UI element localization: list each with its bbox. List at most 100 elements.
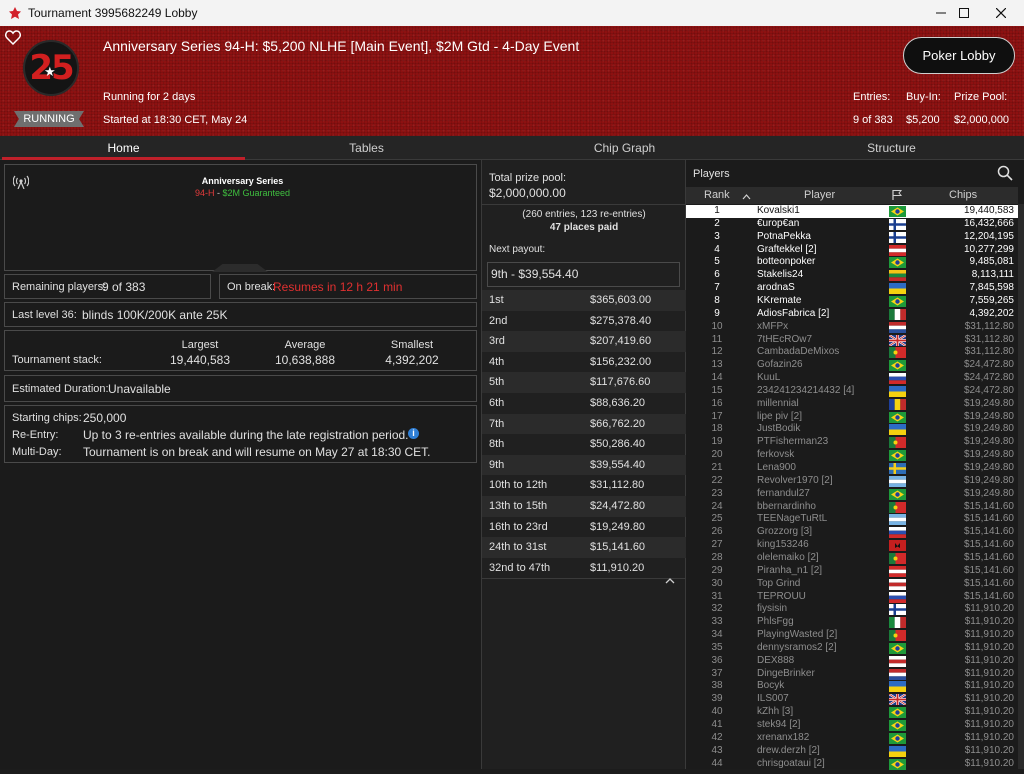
player-rank: 38: [711, 680, 723, 692]
player-row[interactable]: 33 PhlsFgg $11,910.20: [686, 616, 1018, 629]
player-chips: $15,141.60: [963, 564, 1014, 576]
player-row[interactable]: 21 Lena900 $19,249.80: [686, 462, 1018, 475]
player-row[interactable]: 44 chrisgoataui [2] $11,910.20: [686, 758, 1018, 771]
pokerstars-logo-icon: [8, 6, 22, 20]
player-column-header[interactable]: Player: [804, 189, 835, 201]
player-name: Lena900: [757, 462, 796, 473]
country-flag-icon: [889, 488, 906, 500]
player-row[interactable]: 40 kZhh [3] $11,910.20: [686, 706, 1018, 719]
country-flag-icon: [889, 450, 906, 462]
player-row[interactable]: 25 TEENageTuRtL $15,141.60: [686, 513, 1018, 526]
player-rank: 11: [711, 333, 723, 345]
player-row[interactable]: 2 €urop€an 16,432,666: [686, 218, 1018, 231]
players-scrollbar[interactable]: [1018, 204, 1024, 769]
country-flag-icon[interactable]: [891, 189, 903, 204]
payout-amount: $275,378.40: [590, 314, 652, 327]
chips-column-header[interactable]: Chips: [949, 189, 977, 201]
player-row[interactable]: 37 DingeBrinker $11,910.20: [686, 668, 1018, 681]
player-rank: 4: [714, 243, 720, 255]
player-row[interactable]: 18 JustBodik $19,249.80: [686, 423, 1018, 436]
player-row[interactable]: 23 fernandul27 $19,249.80: [686, 488, 1018, 501]
player-row[interactable]: 4 Graftekkel [2] 10,277,299: [686, 244, 1018, 257]
tab-structure[interactable]: Structure: [770, 136, 1013, 160]
player-row[interactable]: 15 234241234214432 [4] $24,472.80: [686, 385, 1018, 398]
country-flag-icon: [889, 604, 906, 616]
player-row[interactable]: 8 KKremate 7,559,265: [686, 295, 1018, 308]
player-row[interactable]: 1 Kovalski1 19,440,583: [686, 205, 1018, 218]
player-rank: 40: [711, 706, 723, 718]
tab-home[interactable]: Home: [2, 136, 245, 160]
collapse-tab[interactable]: [212, 264, 268, 272]
country-flag-icon: [889, 270, 906, 282]
info-icon[interactable]: i: [408, 428, 419, 439]
close-button[interactable]: [978, 0, 1024, 26]
country-flag-icon: [889, 385, 906, 397]
next-payout-label: Next payout:: [489, 244, 546, 255]
prize-pool-title: Total prize pool:: [489, 172, 567, 184]
player-chips: 8,113,111: [971, 269, 1014, 281]
country-flag-icon: [889, 732, 906, 744]
player-row[interactable]: 41 stek94 [2] $11,910.20: [686, 719, 1018, 732]
series-box: Anniversary Series 94-H - $2M Guaranteed: [4, 164, 480, 272]
player-row[interactable]: 26 Grozzorg [3] $15,141.60: [686, 526, 1018, 539]
player-row[interactable]: 19 PTFisherman23 $19,249.80: [686, 436, 1018, 449]
player-row[interactable]: 31 TEPROUU $15,141.60: [686, 591, 1018, 604]
player-row[interactable]: 16 millennial $19,249.80: [686, 398, 1018, 411]
player-rank: 42: [711, 731, 723, 743]
player-row[interactable]: 34 PlayingWasted [2] $11,910.20: [686, 629, 1018, 642]
remaining-label: Remaining players:: [12, 281, 107, 293]
poker-lobby-button[interactable]: Poker Lobby: [903, 37, 1015, 74]
payout-row: 32nd to 47th $11,910.20: [482, 558, 686, 579]
player-row[interactable]: 24 bbernardinho $15,141.60: [686, 501, 1018, 514]
country-flag-icon: [889, 463, 906, 474]
player-row[interactable]: 20 ferkovsk $19,249.80: [686, 449, 1018, 462]
country-flag-icon: [889, 283, 906, 295]
player-row[interactable]: 35 dennysramos2 [2] $11,910.20: [686, 642, 1018, 655]
payout-amount: $19,249.80: [590, 520, 646, 533]
player-name: dennysramos2 [2]: [757, 641, 837, 653]
player-row[interactable]: 10 xMFPx $31,112.80: [686, 321, 1018, 334]
prize-pool-value: $2,000,000: [954, 114, 1010, 126]
player-rank: 21: [711, 462, 723, 473]
player-row[interactable]: 42 xrenanx182 $11,910.20: [686, 732, 1018, 745]
player-row[interactable]: 29 Piranha_n1 [2] $15,141.60: [686, 565, 1018, 578]
player-rank: 23: [711, 487, 723, 499]
player-row[interactable]: 14 KuuL $24,472.80: [686, 372, 1018, 385]
player-row[interactable]: 39 ILS007 $11,910.20: [686, 693, 1018, 707]
player-row[interactable]: 12 CambadaDeMixos $31,112.80: [686, 346, 1018, 359]
player-row[interactable]: 6 Stakelis24 8,113,111: [686, 269, 1018, 282]
player-row[interactable]: 38 Bocyk $11,910.20: [686, 680, 1018, 693]
player-row[interactable]: 43 drew.derzh [2] $11,910.20: [686, 745, 1018, 758]
tab-tables[interactable]: Tables: [245, 136, 488, 160]
player-row[interactable]: 3 PotnaPekka 12,204,195: [686, 231, 1018, 244]
player-row[interactable]: 9 AdiosFabrica [2] 4,392,202: [686, 308, 1018, 321]
series-subtitle: 94-H - $2M Guaranteed: [5, 188, 480, 198]
player-row[interactable]: 32 fiysisin $11,910.20: [686, 603, 1018, 616]
player-rank: 28: [711, 551, 723, 563]
player-row[interactable]: 17 lipe piv [2] $19,249.80: [686, 411, 1018, 424]
favorite-heart-icon[interactable]: [5, 30, 21, 50]
rank-column-header[interactable]: Rank: [704, 189, 730, 201]
player-row[interactable]: 36 DEX888 $11,910.20: [686, 655, 1018, 668]
player-chips: $31,112.80: [964, 333, 1014, 345]
player-row[interactable]: 27 king153246 $15,141.60: [686, 539, 1018, 552]
search-icon[interactable]: [997, 165, 1013, 186]
player-row[interactable]: 22 Revolver1970 [2] $19,249.80: [686, 475, 1018, 488]
country-flag-icon: [889, 527, 906, 539]
player-row[interactable]: 5 botteonpoker 9,485,081: [686, 256, 1018, 269]
player-row[interactable]: 7 arodnaS 7,845,598: [686, 282, 1018, 295]
player-row[interactable]: 13 Gofazin26 $24,472.80: [686, 359, 1018, 372]
scroll-up-chevron-icon[interactable]: [665, 572, 675, 590]
player-name: TEPROUU: [757, 590, 806, 602]
sort-ascending-icon[interactable]: [742, 191, 751, 203]
player-name: 234241234214432 [4]: [757, 384, 855, 396]
player-name: Revolver1970 [2]: [757, 474, 833, 486]
tournament-header: 25 ★ RUNNING Anniversary Series 94-H: $5…: [0, 26, 1024, 136]
tab-chip-graph[interactable]: Chip Graph: [503, 136, 746, 160]
player-row[interactable]: 11 7tHEcROw7 $31,112.80: [686, 334, 1018, 347]
player-name: DingeBrinker: [757, 667, 815, 679]
payout-amount: $88,636.20: [590, 397, 646, 409]
player-row[interactable]: 28 olelemaiko [2] $15,141.60: [686, 552, 1018, 565]
payout-amount: $365,603.00: [590, 294, 652, 306]
player-row[interactable]: 30 Top Grind $15,141.60: [686, 578, 1018, 591]
